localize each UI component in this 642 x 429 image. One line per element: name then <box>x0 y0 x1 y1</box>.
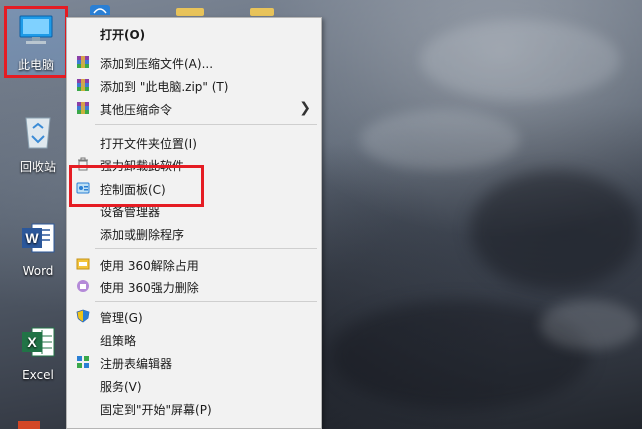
menu-item-label: 使用 360强力删除 <box>100 281 199 295</box>
context-menu: 打开(O) 添加到压缩文件(A)... 添加到 "此电脑.zip" (T) 其他… <box>66 17 322 429</box>
menu-item-label: 组策略 <box>100 334 137 348</box>
desktop-icon-label: 回收站 <box>19 160 56 174</box>
word-icon: W <box>22 223 55 253</box>
360-delete-icon <box>77 280 89 292</box>
partial-folder-icon <box>250 8 274 16</box>
excel-icon: X <box>22 327 55 357</box>
desktop-icon-label: Excel <box>22 368 54 382</box>
menu-item-label: 管理(G) <box>100 311 143 325</box>
menu-item-label: 添加到 "此电脑.zip" (T) <box>100 80 229 94</box>
desktop-icon-recycle-bin[interactable]: 回收站 <box>6 112 70 175</box>
desktop-icon-this-pc[interactable]: 此电脑 <box>4 10 68 73</box>
menu-item-label: 使用 360解除占用 <box>100 259 199 273</box>
svg-text:W: W <box>25 230 39 246</box>
menu-item-other-compress-commands[interactable]: 其他压缩命令 ❯ <box>67 97 321 119</box>
partial-desktop-icons <box>88 0 138 17</box>
partial-folder-icon <box>176 8 204 16</box>
svg-text:X: X <box>27 334 37 350</box>
control-panel-annotation-box <box>69 165 204 207</box>
desktop-icon-label: 此电脑 <box>17 58 54 72</box>
menu-item-360-force-delete[interactable]: 使用 360强力删除 <box>67 275 321 297</box>
winrar-icon <box>77 102 89 114</box>
menu-item-pin-to-start[interactable]: 固定到"开始"屏幕(P) <box>67 397 321 419</box>
menu-item-open-file-location[interactable]: 打开文件夹位置(I) <box>67 131 321 153</box>
menu-separator <box>95 248 317 249</box>
menu-item-group-policy[interactable]: 组策略 <box>67 328 321 350</box>
menu-item-label: 打开(O) <box>100 28 146 42</box>
menu-item-label: 添加到压缩文件(A)... <box>100 57 214 71</box>
desktop-icon-excel[interactable]: X Excel <box>6 322 70 382</box>
menu-item-add-to-zip[interactable]: 添加到 "此电脑.zip" (T) <box>67 74 321 96</box>
menu-item-label: 打开文件夹位置(I) <box>100 137 197 151</box>
desktop-icon-label: Word <box>22 264 54 278</box>
menu-item-360-unlock[interactable]: 使用 360解除占用 <box>67 253 321 275</box>
menu-item-label: 其他压缩命令 <box>100 103 173 117</box>
menu-item-manage[interactable]: 管理(G) <box>67 305 321 327</box>
360-unlock-icon <box>76 258 90 270</box>
desktop-icon-word[interactable]: W Word <box>6 218 70 278</box>
menu-item-label: 固定到"开始"屏幕(P) <box>100 403 212 417</box>
submenu-arrow-icon: ❯ <box>299 100 311 116</box>
menu-item-label: 服务(V) <box>100 380 142 394</box>
winrar-icon <box>77 56 89 68</box>
menu-item-add-remove-programs[interactable]: 添加或删除程序 <box>67 222 321 244</box>
partial-desktop-icon <box>18 421 40 429</box>
menu-separator <box>95 301 317 302</box>
menu-item-services[interactable]: 服务(V) <box>67 374 321 396</box>
recycle-bin-icon <box>25 117 51 149</box>
menu-item-add-to-archive[interactable]: 添加到压缩文件(A)... <box>67 51 321 73</box>
shield-icon <box>76 309 90 323</box>
menu-separator <box>95 124 317 125</box>
computer-icon <box>19 15 53 44</box>
registry-icon <box>77 356 89 368</box>
menu-item-label: 添加或删除程序 <box>100 228 185 242</box>
menu-item-registry-editor[interactable]: 注册表编辑器 <box>67 351 321 373</box>
winrar-icon <box>77 79 89 91</box>
menu-item-label: 注册表编辑器 <box>100 357 173 371</box>
menu-item-open[interactable]: 打开(O) <box>67 22 321 44</box>
